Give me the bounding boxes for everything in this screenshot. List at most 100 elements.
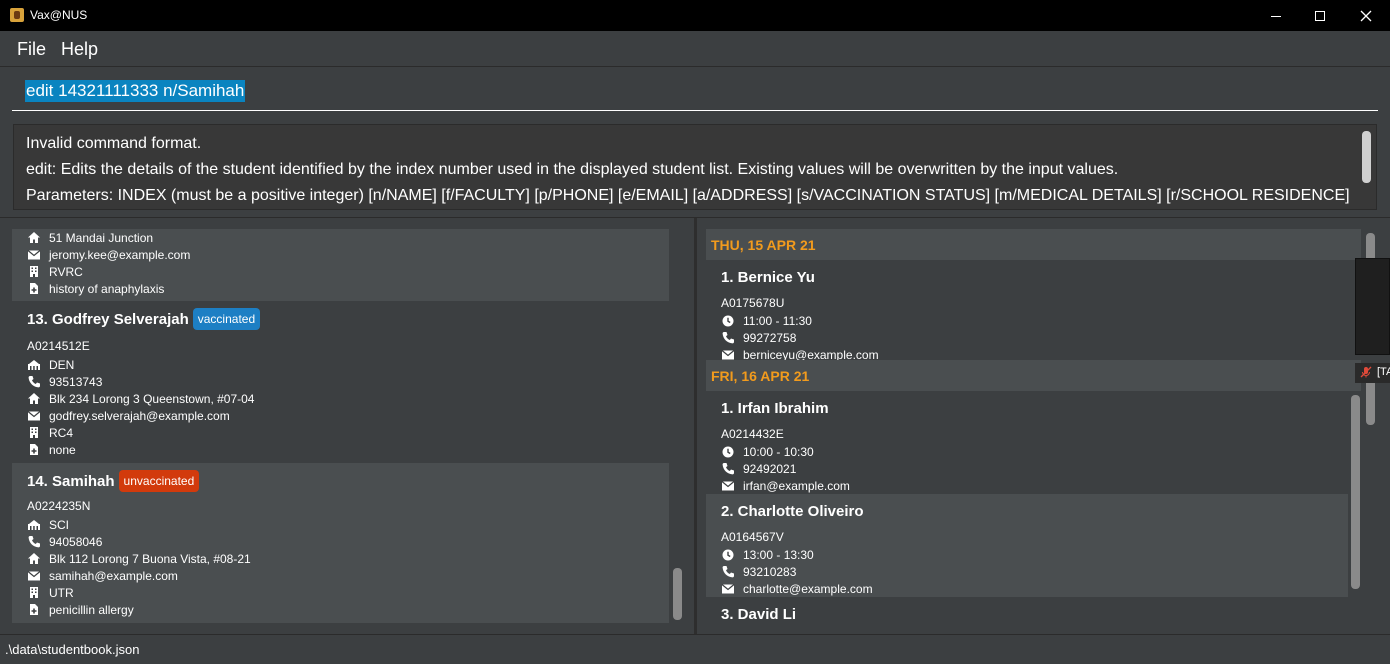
- phone-icon: [27, 375, 41, 388]
- mail-icon: [27, 409, 41, 422]
- appointment-email: charlotte@example.com: [721, 581, 873, 597]
- maximize-button[interactable]: [1297, 0, 1343, 31]
- appointment-phone-text: 99272758: [743, 331, 797, 345]
- data-file-path: .\data\studentbook.json: [5, 642, 140, 657]
- appointment-time-text: 10:00 - 10:30: [743, 445, 814, 459]
- mail-icon: [721, 582, 735, 595]
- split-divider[interactable]: [694, 218, 697, 634]
- appointment-card[interactable]: 3. David Li: [706, 597, 1348, 622]
- result-scrollbar[interactable]: [1362, 131, 1371, 183]
- appointment-name: 3. David Li: [721, 606, 797, 622]
- appointment-name: 1. Bernice Yu: [721, 269, 815, 286]
- appointment-email-text: charlotte@example.com: [743, 582, 873, 596]
- university-icon: [27, 358, 41, 371]
- student-medical: none: [27, 442, 76, 458]
- student-email-text: jeromy.kee@example.com: [49, 248, 191, 262]
- result-line: edit: Edits the details of the student i…: [26, 161, 1119, 178]
- student-faculty: DEN: [27, 357, 74, 373]
- day-list-scrollbar[interactable]: [1351, 395, 1360, 589]
- student-list-scrollbar[interactable]: [673, 568, 682, 620]
- clock-icon: [721, 548, 735, 562]
- student-address: Blk 234 Lorong 3 Queenstown, #07-04: [27, 391, 254, 407]
- student-address: Blk 112 Lorong 7 Buona Vista, #08-21: [27, 551, 251, 567]
- student-matric: A0224235N: [27, 499, 91, 513]
- appointment-matric: A0175678U: [721, 296, 785, 310]
- building-icon: [27, 426, 41, 439]
- student-residence: RC4: [27, 425, 73, 441]
- result-line: Invalid command format.: [26, 135, 202, 152]
- appointment-matric: A0214432E: [721, 427, 784, 441]
- student-residence-text: RC4: [49, 426, 74, 440]
- window-title: Vax@NUS: [30, 8, 88, 22]
- close-button[interactable]: [1343, 0, 1389, 31]
- appointment-email-text: irfan@example.com: [743, 479, 850, 493]
- command-input[interactable]: edit 14321111333 n/Samihah: [12, 67, 1378, 111]
- appointment-email: irfan@example.com: [721, 478, 850, 494]
- date-label: THU, 15 APR 21: [711, 237, 816, 253]
- command-area: edit 14321111333 n/Samihah: [0, 67, 1390, 117]
- student-faculty-text: DEN: [49, 358, 75, 372]
- home-icon: [27, 231, 41, 244]
- result-line: Parameters: INDEX (must be a positive in…: [26, 187, 1350, 204]
- student-residence-text: UTR: [49, 586, 74, 600]
- title-bar: Vax@NUS: [0, 0, 1390, 31]
- appointment-matric: A0164567V: [721, 530, 784, 544]
- clock-icon: [721, 445, 735, 459]
- student-matric: A0214512E: [27, 339, 90, 353]
- minimize-button[interactable]: [1253, 0, 1299, 31]
- appointment-phone: 92492021: [721, 461, 796, 477]
- student-faculty-text: SCI: [49, 518, 70, 532]
- student-card-partial[interactable]: 51 Mandai Junction jeromy.kee@example.co…: [12, 229, 669, 301]
- appointment-time-text: 13:00 - 13:30: [743, 548, 814, 562]
- command-text[interactable]: edit 14321111333 n/Samihah: [25, 80, 246, 102]
- building-icon: [27, 586, 41, 599]
- result-display[interactable]: Invalid command format. edit: Edits the …: [13, 124, 1377, 210]
- status-badge: unvaccinated: [118, 470, 200, 492]
- student-address: 51 Mandai Junction: [27, 230, 153, 246]
- menu-bar: File Help: [0, 31, 1390, 67]
- mail-icon: [27, 569, 41, 582]
- university-icon: [27, 518, 41, 531]
- student-address-text: Blk 234 Lorong 3 Queenstown, #07-04: [49, 392, 255, 406]
- clock-icon: [721, 314, 735, 328]
- student-faculty: SCI: [27, 517, 69, 533]
- student-name-text: 14. Samihah: [27, 473, 115, 490]
- appointment-card[interactable]: 1. Irfan Ibrahim A0214432E 10:00 - 10:30…: [706, 391, 1348, 494]
- medical-file-icon: [27, 282, 41, 295]
- phone-icon: [721, 565, 735, 578]
- student-card[interactable]: 14. Samihah unvaccinated A0224235N SCI 94…: [12, 463, 669, 623]
- student-email: godfrey.selverajah@example.com: [27, 408, 230, 424]
- student-email: jeromy.kee@example.com: [27, 247, 190, 263]
- menu-file[interactable]: File: [17, 39, 46, 60]
- date-header: FRI, 16 APR 21: [706, 360, 1361, 391]
- appointment-name: 1. Irfan Ibrahim: [721, 400, 829, 417]
- phone-icon: [27, 535, 41, 548]
- appointment-time: 10:00 - 10:30: [721, 444, 814, 460]
- appointment-card[interactable]: 1. Bernice Yu A0175678U 11:00 - 11:30 99…: [706, 260, 1348, 362]
- student-medical: history of anaphylaxis: [27, 281, 164, 297]
- appointment-phone-text: 93210283: [743, 565, 797, 579]
- appointment-list[interactable]: THU, 15 APR 21 1. Bernice Yu A0175678U 1…: [706, 229, 1361, 622]
- home-icon: [27, 552, 41, 565]
- student-name: 13. Godfrey Selverajah vaccinated: [27, 308, 261, 330]
- phone-icon: [721, 331, 735, 344]
- student-email-text: samihah@example.com: [49, 569, 178, 583]
- medical-file-icon: [27, 443, 41, 456]
- status-bar: .\data\studentbook.json: [0, 634, 1390, 664]
- menu-help[interactable]: Help: [61, 39, 98, 60]
- mail-icon: [721, 479, 735, 492]
- muted-mic-icon: [1360, 366, 1372, 378]
- overlay-popup: [1355, 258, 1390, 355]
- student-medical-text: penicillin allergy: [49, 603, 134, 617]
- student-phone-text: 94058046: [49, 535, 103, 549]
- appointment-phone-text: 92492021: [743, 462, 797, 476]
- student-residence-text: RVRC: [49, 265, 83, 279]
- student-card[interactable]: 13. Godfrey Selverajah vaccinated A021451…: [12, 301, 669, 463]
- student-residence: UTR: [27, 585, 74, 601]
- appointment-card[interactable]: 2. Charlotte Oliveiro A0164567V 13:00 - …: [706, 494, 1348, 597]
- student-phone: 93513743: [27, 374, 102, 390]
- student-address-text: Blk 112 Lorong 7 Buona Vista, #08-21: [49, 552, 251, 566]
- appointment-time: 13:00 - 13:30: [721, 547, 814, 563]
- student-list[interactable]: 51 Mandai Junction jeromy.kee@example.co…: [12, 229, 669, 623]
- date-header: THU, 15 APR 21: [706, 229, 1361, 260]
